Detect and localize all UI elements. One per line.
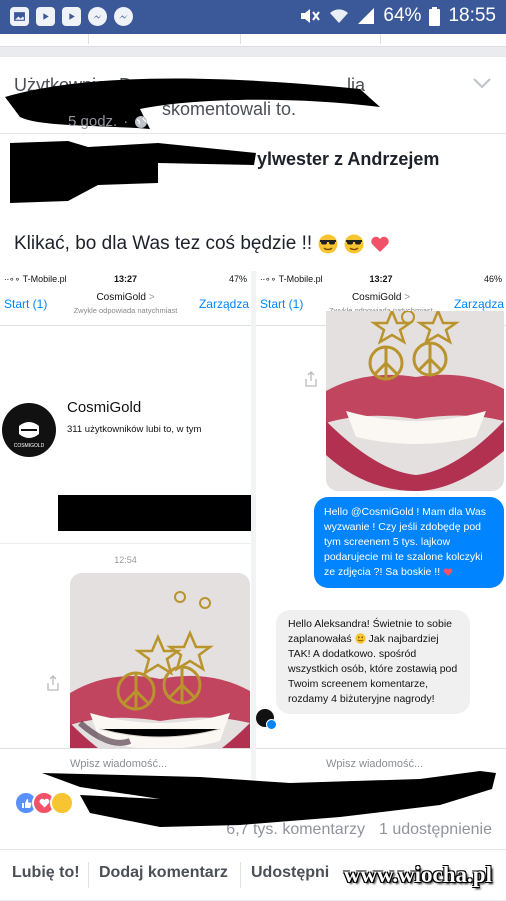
comment-button[interactable]: Dodaj komentarz bbox=[99, 864, 228, 882]
cosmigold-logo: COSMIGOLD bbox=[2, 403, 56, 457]
redaction-box bbox=[58, 495, 251, 531]
post-card: Użytkownicy D lia skomentowali to. ylwest… bbox=[0, 57, 506, 900]
wow-reaction-icon bbox=[50, 791, 74, 815]
clock: 18:55 bbox=[448, 5, 496, 26]
engagement-counts[interactable]: 6,7 tys. komentarzy 1 udostępnienie bbox=[226, 821, 492, 839]
battery-icon bbox=[429, 6, 441, 26]
messenger-badge-icon bbox=[266, 719, 277, 730]
share-icon bbox=[47, 675, 59, 691]
manage-link: Zarządza bbox=[198, 297, 249, 311]
likers-line-1: Użytkownicy D bbox=[14, 75, 133, 95]
page-likes: 311 użytkowników lubi to, w tym bbox=[67, 424, 202, 435]
youtube-icon bbox=[36, 7, 55, 26]
cosmigold-avatar bbox=[256, 709, 277, 730]
message-input: Wpisz wiadomość... bbox=[0, 748, 251, 779]
message-timestamp: 12:54 bbox=[114, 555, 137, 565]
watermark: www.wiocha.pl bbox=[343, 862, 492, 887]
like-button[interactable]: Lubię to! bbox=[12, 864, 80, 882]
sunglasses-emoji-icon bbox=[344, 234, 364, 254]
previous-post-action-bar bbox=[0, 34, 506, 47]
author-name[interactable]: ylwester z Andrzejem bbox=[257, 149, 439, 170]
battery-percent: 64% bbox=[383, 5, 422, 26]
shares-count[interactable]: 1 udostępnienie bbox=[379, 821, 492, 839]
post-author[interactable]: ylwester z Andrzejem bbox=[14, 145, 494, 215]
messenger-icon bbox=[88, 7, 107, 26]
reaction-icons[interactable] bbox=[14, 791, 74, 815]
youtube-icon-2 bbox=[62, 7, 81, 26]
page-name: CosmiGold bbox=[67, 399, 142, 416]
signal-icon bbox=[358, 8, 375, 24]
heart-emoji-icon bbox=[371, 236, 389, 252]
svg-text:COSMIGOLD: COSMIGOLD bbox=[14, 443, 45, 449]
wifi-icon bbox=[330, 9, 349, 23]
likers-line-1-tail: lia bbox=[347, 75, 366, 95]
phone-status-bar: ∙∙∘∘ T-Mobile.pl 13:27 46% bbox=[260, 274, 502, 284]
comments-count[interactable]: 6,7 tys. komentarzy bbox=[226, 821, 365, 839]
chevron-down-icon[interactable] bbox=[472, 77, 492, 89]
sunglasses-emoji-icon bbox=[318, 234, 338, 254]
messenger-icon-2 bbox=[114, 7, 133, 26]
post-image[interactable]: ∙∙∘∘ T-Mobile.pl 13:27 47% Start (1) Cos… bbox=[0, 271, 506, 779]
divider bbox=[0, 133, 506, 134]
mute-icon bbox=[301, 9, 321, 23]
messenger-header: Start (1) CosmiGold > Zwykle odpowiada n… bbox=[0, 287, 251, 326]
smiley-emoji-icon bbox=[354, 633, 366, 644]
outgoing-message-bubble: Hello @CosmiGold ! Mam dla Was wyzwanie … bbox=[314, 497, 504, 588]
earrings-lips-photo bbox=[326, 311, 504, 491]
left-phone-screenshot: ∙∙∘∘ T-Mobile.pl 13:27 47% Start (1) Cos… bbox=[0, 271, 251, 779]
globe-icon bbox=[135, 115, 148, 128]
share-button[interactable]: Udostępni bbox=[251, 864, 329, 882]
status-right: 64% 18:55 bbox=[299, 5, 496, 27]
post-text: Klikać, bo dla Was tez coś będzie !! bbox=[14, 233, 390, 255]
manage-link: Zarządza bbox=[453, 297, 504, 311]
status-bar: 64% 18:55 bbox=[0, 0, 506, 34]
message-input: Wpisz wiadomość... bbox=[256, 748, 506, 779]
right-phone-screenshot: ∙∙∘∘ T-Mobile.pl 13:27 46% Start (1) Cos… bbox=[256, 271, 506, 779]
post-time[interactable]: 5 godz. · bbox=[68, 113, 148, 130]
phone-status-bar: ∙∙∘∘ T-Mobile.pl 13:27 47% bbox=[4, 274, 247, 284]
incoming-message-bubble: Hello Aleksandra! Świetnie to sobie zapl… bbox=[276, 610, 470, 714]
notification-icons bbox=[10, 7, 133, 26]
share-icon bbox=[305, 371, 317, 387]
likers-line-2: skomentowali to. bbox=[162, 99, 297, 119]
reactions-row[interactable]: 6,7 tys. komentarzy 1 udostępnienie bbox=[0, 779, 506, 849]
heart-emoji-icon bbox=[443, 568, 453, 576]
gallery-icon bbox=[10, 7, 29, 26]
